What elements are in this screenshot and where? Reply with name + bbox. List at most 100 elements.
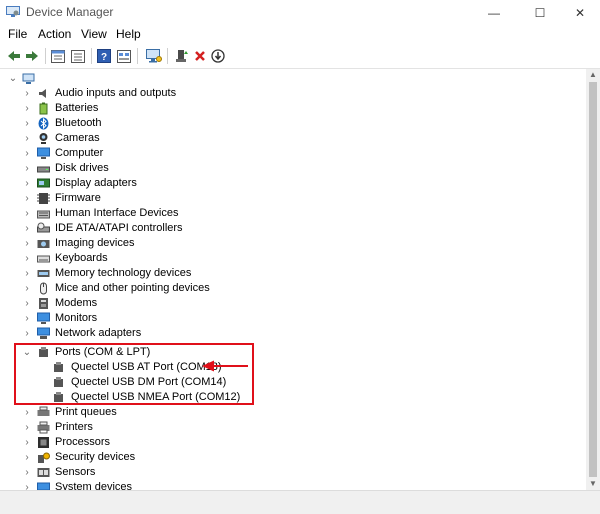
tree-category-network-adapters[interactable]: › Network adapters bbox=[0, 326, 570, 341]
help-icon[interactable]: ? bbox=[96, 48, 112, 64]
title-bar: Device Manager — ☐ ✕ bbox=[0, 0, 600, 25]
print-queue-icon bbox=[37, 406, 50, 416]
tree-device-nmea-port[interactable]: Quectel USB NMEA Port (COM12) bbox=[0, 390, 570, 405]
toolbar-separator bbox=[91, 48, 92, 64]
forward-arrow-icon[interactable] bbox=[24, 48, 40, 64]
chevron-right-icon[interactable]: › bbox=[22, 465, 32, 480]
chevron-right-icon[interactable]: › bbox=[22, 161, 32, 176]
port-icon bbox=[54, 362, 63, 372]
tree-category-bluetooth[interactable]: › Bluetooth bbox=[0, 116, 570, 131]
tree-device-dm-port[interactable]: Quectel USB DM Port (COM14) bbox=[0, 375, 570, 390]
tree-category-label: Processors bbox=[55, 436, 111, 448]
chevron-right-icon[interactable]: › bbox=[22, 480, 32, 490]
tree-category-processors[interactable]: › Processors bbox=[0, 435, 570, 450]
chevron-right-icon[interactable]: › bbox=[22, 435, 32, 450]
chevron-right-icon[interactable]: › bbox=[22, 206, 32, 221]
menu-view[interactable]: View bbox=[81, 27, 107, 41]
display-adapter-icon bbox=[37, 178, 50, 188]
tree-category-ports[interactable]: ⌄ Ports (COM & LPT) bbox=[0, 345, 570, 360]
tree-category-imaging-devices[interactable]: › Imaging devices bbox=[0, 236, 570, 251]
tree-category-firmware[interactable]: › Firmware bbox=[0, 191, 570, 206]
port-icon bbox=[54, 377, 63, 387]
chevron-right-icon[interactable]: › bbox=[22, 326, 32, 341]
tree-category-computer[interactable]: › Computer bbox=[0, 146, 570, 161]
chevron-right-icon[interactable]: › bbox=[22, 251, 32, 266]
mouse-icon bbox=[40, 282, 47, 295]
tree-category-label: Modems bbox=[55, 297, 98, 309]
chevron-right-icon[interactable]: › bbox=[22, 221, 32, 236]
tree-category-printers[interactable]: › Printers bbox=[0, 420, 570, 435]
chevron-right-icon[interactable]: › bbox=[22, 450, 32, 465]
tree-category-label: Bluetooth bbox=[55, 117, 102, 129]
disk-drive-icon bbox=[37, 166, 50, 173]
tree-category-keyboards[interactable]: › Keyboards bbox=[0, 251, 570, 266]
chevron-right-icon[interactable]: › bbox=[22, 116, 32, 131]
tree-category-print-queues[interactable]: › Print queues bbox=[0, 405, 570, 420]
tree-category-monitors[interactable]: › Monitors bbox=[0, 311, 570, 326]
chevron-right-icon[interactable]: › bbox=[22, 146, 32, 161]
chevron-right-icon[interactable]: › bbox=[22, 420, 32, 435]
menu-help[interactable]: Help bbox=[116, 27, 141, 41]
speaker-icon bbox=[39, 89, 46, 98]
vertical-scrollbar[interactable]: ▲ ▼ bbox=[586, 69, 600, 490]
scroll-down-icon[interactable]: ▼ bbox=[586, 478, 600, 490]
chevron-down-icon[interactable]: ⌄ bbox=[8, 71, 18, 86]
chevron-right-icon[interactable]: › bbox=[22, 236, 32, 251]
chevron-right-icon[interactable]: › bbox=[22, 281, 32, 296]
processor-icon bbox=[38, 437, 49, 448]
toolbar: ? bbox=[0, 44, 600, 69]
menu-action[interactable]: Action bbox=[38, 27, 71, 41]
chevron-right-icon[interactable]: › bbox=[22, 131, 32, 146]
scan-hardware-icon[interactable] bbox=[146, 48, 162, 64]
close-button[interactable]: ✕ bbox=[560, 0, 600, 25]
back-arrow-icon[interactable] bbox=[6, 48, 22, 64]
disable-icon[interactable] bbox=[210, 48, 226, 64]
tree-category-ide-controllers[interactable]: › IDE ATA/ATAPI controllers bbox=[0, 221, 570, 236]
tree-category-system-devices[interactable]: › System devices bbox=[0, 480, 570, 490]
view-icon[interactable] bbox=[116, 48, 132, 64]
battery-icon bbox=[39, 102, 48, 115]
computer-root-icon bbox=[22, 73, 35, 84]
tree-category-cameras[interactable]: › Cameras bbox=[0, 131, 570, 146]
chevron-right-icon[interactable]: › bbox=[22, 176, 32, 191]
memory-device-icon bbox=[37, 270, 50, 277]
tree-category-modems[interactable]: › Modems bbox=[0, 296, 570, 311]
scroll-up-icon[interactable]: ▲ bbox=[586, 69, 600, 81]
tree-root[interactable]: ⌄ bbox=[0, 71, 570, 86]
chevron-right-icon[interactable]: › bbox=[22, 191, 32, 206]
tree-category-audio[interactable]: › Audio inputs and outputs bbox=[0, 86, 570, 101]
chevron-right-icon[interactable]: › bbox=[22, 296, 32, 311]
tree-category-label: Firmware bbox=[55, 192, 101, 204]
firmware-icon bbox=[37, 193, 50, 204]
tree-category-label: Cameras bbox=[55, 132, 100, 144]
tree-category-sensors[interactable]: › Sensors bbox=[0, 465, 570, 480]
chevron-right-icon[interactable]: › bbox=[22, 86, 32, 101]
device-tree: ⌄ › Audio inputs and outputs › Batteries… bbox=[0, 69, 586, 490]
maximize-button[interactable]: ☐ bbox=[520, 0, 560, 25]
toolbar-separator bbox=[45, 48, 46, 64]
update-driver-icon[interactable] bbox=[174, 48, 190, 64]
tree-category-security-devices[interactable]: › Security devices bbox=[0, 450, 570, 465]
scrollbar-thumb[interactable] bbox=[589, 82, 597, 477]
chevron-right-icon[interactable]: › bbox=[22, 266, 32, 281]
tree-category-label: Security devices bbox=[55, 451, 136, 463]
tree-category-disk-drives[interactable]: › Disk drives bbox=[0, 161, 570, 176]
show-hidden-icon[interactable] bbox=[70, 48, 86, 64]
tree-category-label: Keyboards bbox=[55, 252, 108, 264]
tree-category-hid[interactable]: › Human Interface Devices bbox=[0, 206, 570, 221]
chevron-right-icon[interactable]: › bbox=[22, 311, 32, 326]
tree-category-batteries[interactable]: › Batteries bbox=[0, 101, 570, 116]
tree-category-mice[interactable]: › Mice and other pointing devices bbox=[0, 281, 570, 296]
chevron-right-icon[interactable]: › bbox=[22, 101, 32, 116]
tree-device-at-port[interactable]: Quectel USB AT Port (COM13) bbox=[0, 360, 570, 375]
menu-file[interactable]: File bbox=[8, 27, 27, 41]
tree-category-memory-devices[interactable]: › Memory technology devices bbox=[0, 266, 570, 281]
printer-icon bbox=[37, 421, 50, 434]
tree-category-display-adapters[interactable]: › Display adapters bbox=[0, 176, 570, 191]
system-device-icon bbox=[37, 482, 50, 490]
uninstall-icon[interactable] bbox=[192, 48, 208, 64]
chevron-down-icon[interactable]: ⌄ bbox=[22, 345, 32, 360]
chevron-right-icon[interactable]: › bbox=[22, 405, 32, 420]
minimize-button[interactable]: — bbox=[474, 0, 514, 25]
properties-icon[interactable] bbox=[50, 48, 66, 64]
